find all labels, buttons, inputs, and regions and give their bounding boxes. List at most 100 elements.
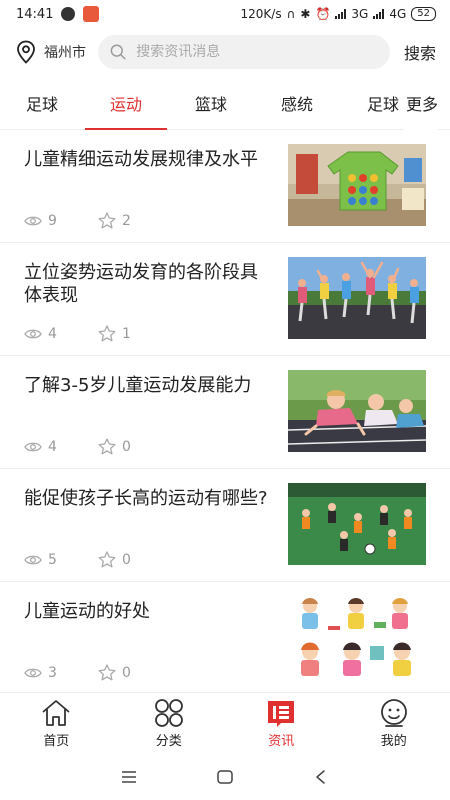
network-speed: 120K/s [240,7,282,21]
eye-icon [24,555,42,564]
star-count-value: 0 [122,438,131,455]
article-title: 能促使孩子长高的运动有哪些? [24,488,268,509]
article-meta: 4 1 [24,325,274,342]
tab-sensory[interactable]: 感统 [281,76,313,130]
nav-label: 我的 [380,734,407,749]
star-icon [98,664,116,681]
notification-app-icon-2 [83,6,100,22]
category-icon [154,699,183,727]
view-count: 9 [24,213,98,229]
profile-icon [380,699,407,727]
alarm-icon: ⏰ [315,7,331,21]
view-count-value: 9 [48,212,57,229]
view-count: 5 [24,552,98,568]
star-count: 2 [98,212,172,229]
headset-icon: ∩ [286,7,296,21]
network-type-4g: 4G [389,7,407,21]
list-item[interactable]: 立位姿势运动发育的各阶段具体表现 4 1 [0,243,450,356]
star-count: 0 [98,438,172,455]
nav-label: 资讯 [268,734,295,749]
star-count-value: 0 [122,664,131,681]
tab-label: 足球 [26,95,59,114]
article-thumbnail [288,370,426,452]
back-icon[interactable] [312,769,330,785]
article-thumbnail [288,144,426,226]
article-title: 了解3-5岁儿童运动发展能力 [24,375,252,396]
tab-label: 运动 [110,95,143,114]
list-item[interactable]: 能促使孩子长高的运动有哪些? 5 0 [0,469,450,582]
signal-icon [335,9,347,19]
view-count: 3 [24,665,98,681]
nav-label: 首页 [43,734,70,749]
star-count-value: 1 [122,325,131,342]
category-tabs: 足球 运动 篮球 感统 足球 更多 [0,76,450,130]
star-count: 0 [98,664,172,681]
article-meta: 5 0 [24,551,274,568]
view-count-value: 4 [48,325,57,342]
eye-icon [24,216,42,225]
article-title: 儿童运动的好处 [24,601,150,622]
system-nav-bar [0,754,450,800]
nav-news[interactable]: 资讯 [225,693,338,754]
bottom-nav: 首页 分类 资讯 我的 [0,692,450,754]
eye-icon [24,668,42,677]
article-meta: 3 0 [24,664,274,681]
tab-football[interactable]: 足球 [26,76,58,130]
article-thumbnail [288,596,426,678]
list-item[interactable]: 了解3-5岁儿童运动发展能力 4 0 [0,356,450,469]
star-icon [98,325,116,342]
nav-profile[interactable]: 我的 [338,693,450,754]
news-icon [268,701,295,727]
location-pin-icon [17,40,35,64]
tab-sports[interactable]: 运动 [84,76,168,130]
view-count-value: 4 [48,438,57,455]
article-meta: 9 2 [24,212,274,229]
location-selector[interactable]: 福州市 [16,40,86,64]
article-meta: 4 0 [24,438,274,455]
search-box[interactable] [98,35,390,69]
search-icon [110,44,126,60]
network-type-3g: 3G [351,7,369,21]
nav-label: 分类 [155,734,182,749]
signal-icon-2 [373,9,385,19]
view-count: 4 [24,326,98,342]
eye-icon [24,442,42,451]
view-count-value: 5 [48,551,57,568]
star-count: 1 [98,325,172,342]
article-title: 儿童精细运动发展规律及水平 [24,149,258,170]
notification-app-icon [61,7,76,21]
star-count-value: 0 [122,551,131,568]
tab-label: 篮球 [195,95,228,114]
star-count: 0 [98,551,172,568]
tab-label: 感统 [281,95,314,114]
tab-basketball[interactable]: 篮球 [195,76,227,130]
home-square-icon[interactable] [216,769,234,785]
bluetooth-icon: ✱ [300,7,311,21]
home-icon [42,700,70,726]
star-icon [98,212,116,229]
list-item[interactable]: 儿童精细运动发展规律及水平 9 2 [0,130,450,243]
menu-icon[interactable] [120,770,138,784]
article-thumbnail [288,483,426,565]
nav-home[interactable]: 首页 [0,693,113,754]
star-icon [98,438,116,455]
status-bar: 14:41 120K/s ∩ ✱ ⏰ 3G 4G 52 [0,0,450,28]
eye-icon [24,329,42,338]
view-count-value: 3 [48,664,57,681]
city-label: 福州市 [44,45,86,61]
tab-label: 足球 [367,95,400,114]
list-item[interactable]: 儿童运动的好处 3 0 [0,582,450,695]
tab-more-button[interactable]: 更多 [403,76,438,130]
search-input[interactable] [136,44,378,60]
nav-category[interactable]: 分类 [113,693,226,754]
tab-football-2[interactable]: 足球 [367,76,399,130]
article-title: 立位姿势运动发育的各阶段具体表现 [24,262,258,306]
status-time: 14:41 [16,6,54,22]
battery-indicator: 52 [411,7,436,21]
article-list: 儿童精细运动发展规律及水平 9 2 立位姿势运动发育的各阶段具体表现 4 1 了… [0,130,450,695]
search-button[interactable]: 搜索 [404,40,436,64]
view-count: 4 [24,439,98,455]
search-header: 福州市 搜索 [0,28,450,76]
star-icon [98,551,116,568]
star-count-value: 2 [122,212,131,229]
